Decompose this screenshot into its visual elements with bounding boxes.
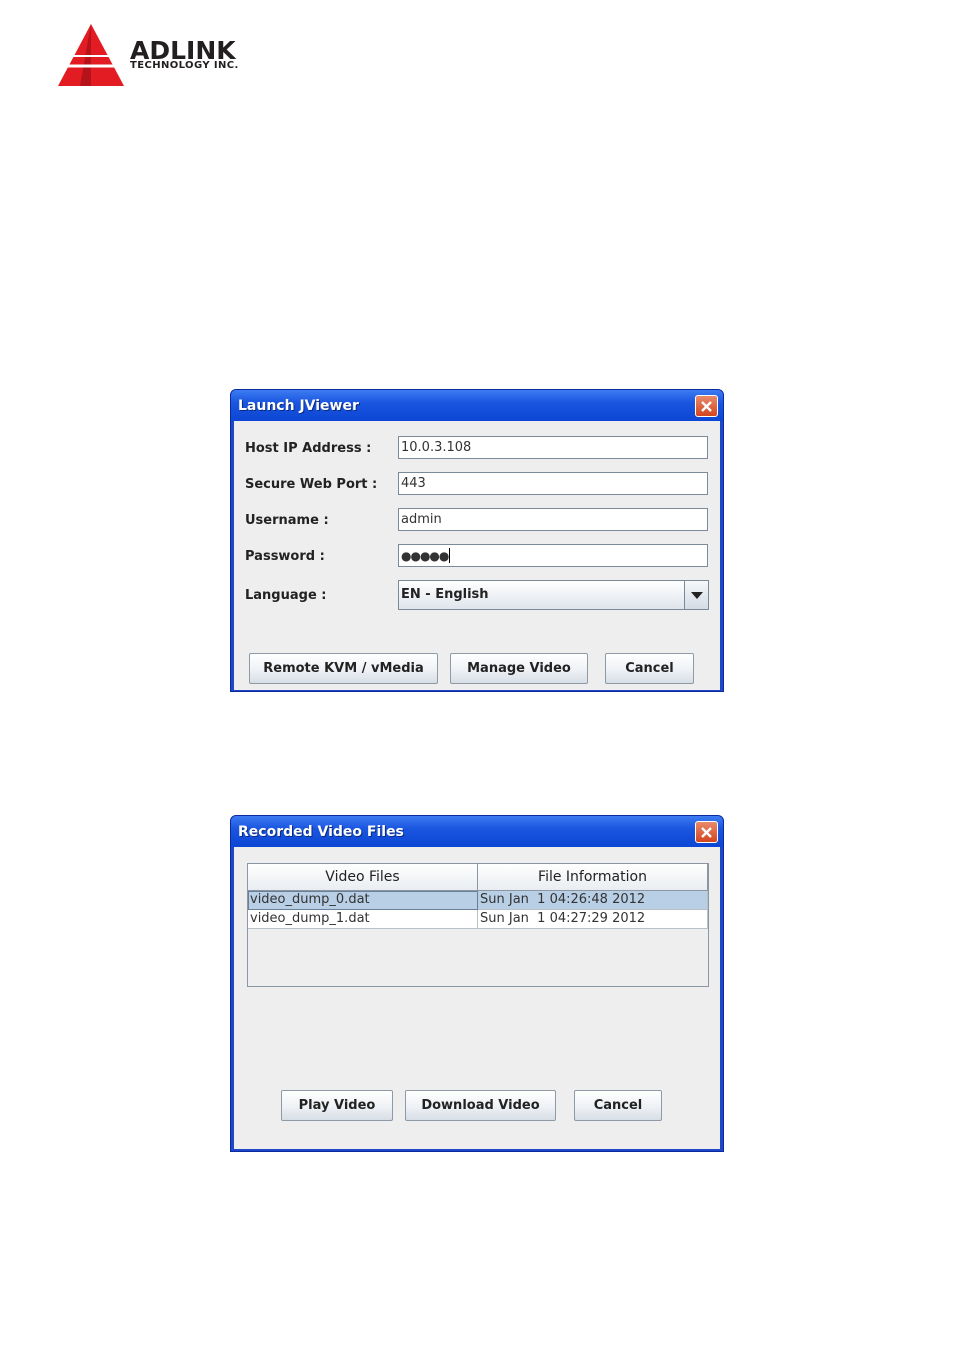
secure-port-label: Secure Web Port : bbox=[245, 477, 378, 492]
password-input[interactable]: ●●●●● bbox=[398, 544, 708, 567]
username-label: Username : bbox=[245, 513, 329, 528]
password-label: Password : bbox=[245, 549, 325, 564]
remote-kvm-button[interactable]: Remote KVM / vMedia bbox=[249, 653, 438, 684]
launch-jviewer-window: Launch JViewer Host IP Address : 10.0.3.… bbox=[230, 389, 724, 692]
language-label: Language : bbox=[245, 588, 327, 603]
table-row[interactable]: video_dump_1.dat Sun Jan 1 04:27:29 2012 bbox=[248, 910, 708, 929]
video-file-cell: video_dump_0.dat bbox=[248, 891, 478, 910]
video-files-table[interactable]: Video Files File Information video_dump_… bbox=[247, 863, 709, 987]
host-ip-input[interactable]: 10.0.3.108 bbox=[398, 436, 708, 459]
language-select[interactable]: EN - English bbox=[398, 580, 709, 610]
adlink-logo: ADLINK TECHNOLOGY INC. bbox=[58, 22, 278, 88]
logo-subtitle: TECHNOLOGY INC. bbox=[130, 60, 239, 71]
recorded-titlebar[interactable]: Recorded Video Files bbox=[231, 816, 723, 847]
recorded-close-button[interactable] bbox=[695, 821, 718, 843]
play-video-button[interactable]: Play Video bbox=[281, 1090, 393, 1121]
secure-port-input[interactable]: 443 bbox=[398, 472, 708, 495]
launch-cancel-button[interactable]: Cancel bbox=[605, 653, 694, 684]
recorded-client-area: Video Files File Information video_dump_… bbox=[234, 847, 720, 1149]
close-icon bbox=[701, 400, 712, 412]
launch-title: Launch JViewer bbox=[238, 398, 359, 414]
column-header-video-files[interactable]: Video Files bbox=[248, 864, 478, 891]
host-ip-label: Host IP Address : bbox=[245, 441, 372, 456]
file-info-cell: Sun Jan 1 04:26:48 2012 bbox=[478, 891, 708, 910]
adlink-triangle-icon bbox=[58, 24, 124, 86]
recorded-cancel-button[interactable]: Cancel bbox=[574, 1090, 662, 1121]
file-info-cell: Sun Jan 1 04:27:29 2012 bbox=[478, 910, 708, 929]
language-selected-value: EN - English bbox=[401, 587, 489, 602]
table-header: Video Files File Information bbox=[248, 864, 708, 891]
table-row[interactable]: video_dump_0.dat Sun Jan 1 04:26:48 2012 bbox=[248, 891, 708, 910]
recorded-title: Recorded Video Files bbox=[238, 824, 404, 840]
close-icon bbox=[701, 826, 712, 838]
username-input[interactable]: admin bbox=[398, 508, 708, 531]
language-dropdown-button[interactable] bbox=[684, 581, 708, 609]
text-caret bbox=[449, 548, 451, 563]
launch-titlebar[interactable]: Launch JViewer bbox=[231, 390, 723, 421]
recorded-video-files-window: Recorded Video Files Video Files File In… bbox=[230, 815, 724, 1152]
password-mask: ●●●●● bbox=[401, 549, 449, 563]
download-video-button[interactable]: Download Video bbox=[405, 1090, 556, 1121]
launch-close-button[interactable] bbox=[695, 395, 718, 417]
launch-client-area: Host IP Address : 10.0.3.108 Secure Web … bbox=[234, 421, 720, 690]
manage-video-button[interactable]: Manage Video bbox=[450, 653, 588, 684]
video-file-cell: video_dump_1.dat bbox=[248, 910, 478, 929]
chevron-down-icon bbox=[690, 591, 703, 599]
column-header-file-information[interactable]: File Information bbox=[478, 864, 708, 891]
